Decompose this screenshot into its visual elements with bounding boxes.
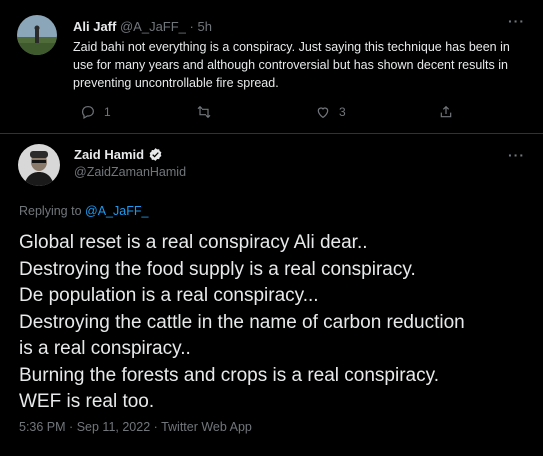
separator: ·	[153, 420, 158, 434]
avatar[interactable]	[18, 144, 60, 186]
reply-tweet[interactable]: Ali Jaff @A_JaFF_ · 5h ··· Zaid bahi not…	[0, 0, 543, 134]
tweet-line: Destroying the cattle in the name of car…	[19, 311, 465, 333]
tweet-line: De population is a real conspiracy...	[19, 285, 319, 306]
separator: ·	[189, 19, 194, 34]
like-button[interactable]: 3	[315, 104, 346, 120]
reply-button[interactable]: 1	[80, 104, 111, 120]
retweet-button[interactable]	[196, 104, 220, 120]
verified-badge-icon	[149, 148, 162, 161]
author-handle[interactable]: @ZaidZamanHamid	[74, 165, 186, 179]
tweet-line: WEF is real too.	[19, 391, 155, 412]
tweet-text: Global reset is a real conspiracy Ali de…	[19, 230, 524, 416]
replying-to: Replying to @A_JaFF_	[19, 204, 148, 218]
tweet-time[interactable]: 5:36 PM	[19, 420, 66, 434]
author-handle[interactable]: @A_JaFF_	[120, 19, 186, 34]
replying-prefix: Replying to	[19, 204, 82, 218]
reply-count: 1	[104, 105, 111, 119]
share-icon	[440, 105, 452, 118]
tweet-line: is a real conspiracy..	[19, 338, 191, 359]
heart-icon	[317, 107, 329, 119]
tweet-metadata: 5:36 PM · Sep 11, 2022 · Twitter Web App	[19, 420, 252, 434]
tweet-line: Global reset is a real conspiracy Ali de…	[19, 232, 368, 253]
like-count: 3	[339, 105, 346, 119]
tweet-date[interactable]: Sep 11, 2022	[77, 420, 150, 434]
action-bar: 1 3	[80, 104, 460, 122]
main-tweet: Zaid Hamid @ZaidZamanHamid ··· Replying …	[0, 134, 543, 456]
tweet-source: Twitter Web App	[161, 420, 252, 434]
replying-to-link[interactable]: @A_JaFF_	[85, 204, 148, 218]
share-button[interactable]	[438, 104, 462, 120]
tweet-line: Burning the forests and crops is a real …	[19, 364, 439, 386]
author-name[interactable]: Ali Jaff	[73, 19, 116, 34]
reply-header: Ali Jaff @A_JaFF_ · 5h	[73, 19, 212, 34]
author-name[interactable]: Zaid Hamid	[74, 147, 144, 162]
reply-icon	[82, 106, 94, 120]
timestamp[interactable]: 5h	[198, 19, 212, 34]
avatar[interactable]	[17, 15, 57, 55]
more-options-button[interactable]: ···	[508, 13, 525, 29]
tweet-text: Zaid bahi not everything is a conspiracy…	[73, 40, 510, 90]
author-row: Zaid Hamid	[74, 147, 163, 162]
tweet-line: Destroying the food supply is a real con…	[19, 258, 416, 280]
retweet-icon	[197, 105, 211, 119]
tweet-thread: Ali Jaff @A_JaFF_ · 5h ··· Zaid bahi not…	[0, 0, 543, 456]
separator: ·	[69, 420, 74, 434]
more-options-button[interactable]: ···	[508, 147, 525, 163]
